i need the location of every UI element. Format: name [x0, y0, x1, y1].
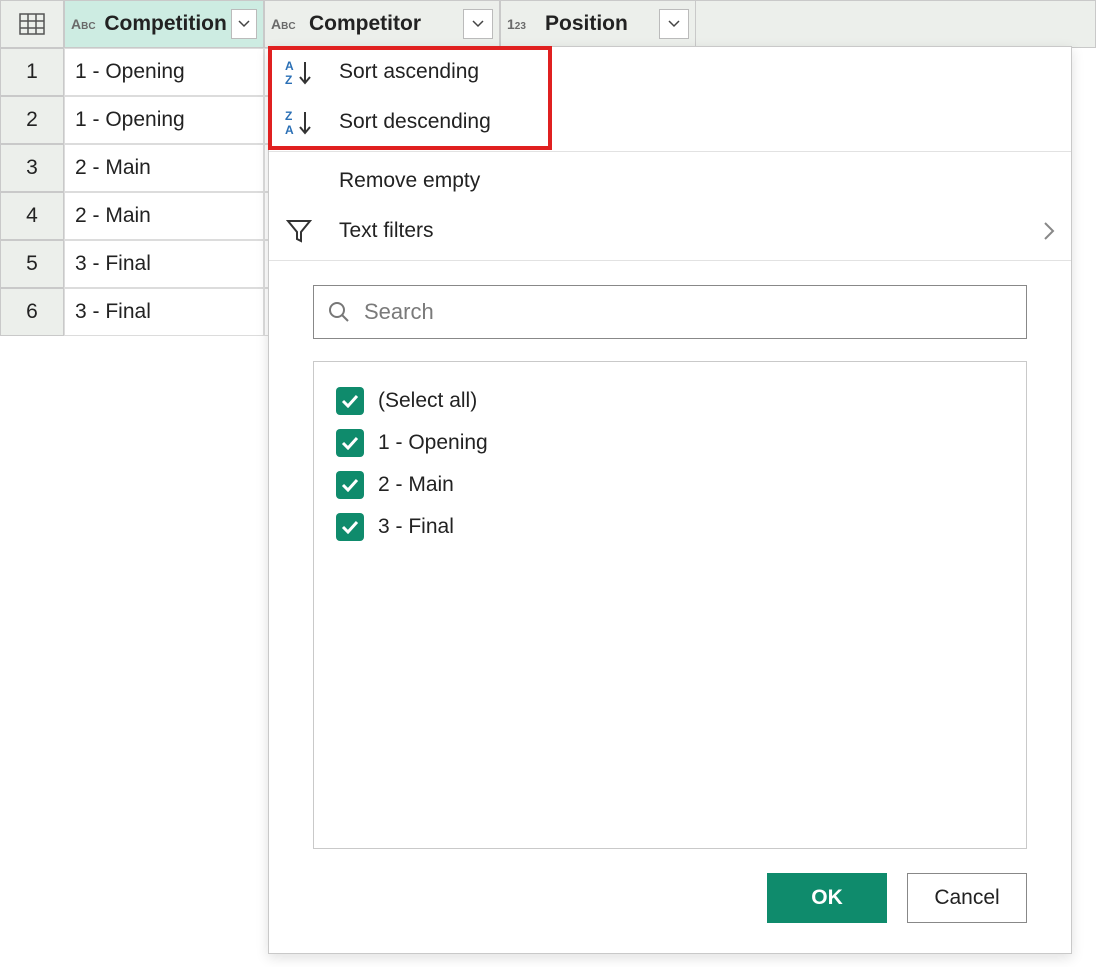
filter-values-list: (Select all) 1 - Opening 2 - Main 3 - Final — [313, 361, 1027, 849]
number-type-icon: 123 — [507, 16, 541, 32]
sort-descending-item[interactable]: ZA Sort descending — [269, 97, 1071, 147]
text-type-icon: ABC — [71, 16, 100, 32]
checkbox-checked-icon[interactable] — [336, 429, 364, 457]
row-number[interactable]: 4 — [0, 192, 64, 240]
cell-competition[interactable]: 3 - Final — [64, 240, 264, 288]
cell-competition[interactable]: 3 - Final — [64, 288, 264, 336]
filter-value-item[interactable]: 3 - Final — [336, 506, 1004, 548]
svg-text:A: A — [285, 123, 294, 136]
row-number[interactable]: 5 — [0, 240, 64, 288]
remove-empty-item[interactable]: Remove empty — [269, 156, 1071, 206]
separator — [269, 151, 1071, 152]
sort-descending-icon: ZA — [285, 108, 321, 136]
chevron-down-icon — [472, 20, 484, 28]
column-header-competition[interactable]: ABC Competition — [64, 0, 264, 48]
search-input[interactable] — [362, 298, 1012, 326]
filter-dropdown-button[interactable] — [659, 9, 689, 39]
column-header-empty — [696, 0, 1096, 48]
row-number[interactable]: 1 — [0, 48, 64, 96]
cell-competition[interactable]: 2 - Main — [64, 144, 264, 192]
menu-label: Sort ascending — [339, 60, 1055, 84]
menu-label: Sort descending — [339, 110, 1055, 134]
checkbox-checked-icon[interactable] — [336, 387, 364, 415]
filter-value-item[interactable]: 1 - Opening — [336, 422, 1004, 464]
menu-label: Text filters — [339, 219, 1025, 243]
filter-value-item[interactable]: (Select all) — [336, 380, 1004, 422]
text-type-icon: ABC — [271, 16, 305, 32]
text-filters-item[interactable]: Text filters — [269, 206, 1071, 256]
row-number[interactable]: 3 — [0, 144, 64, 192]
sort-ascending-icon: AZ — [285, 58, 321, 86]
cell-competition[interactable]: 1 - Opening — [64, 48, 264, 96]
svg-text:Z: Z — [285, 73, 292, 86]
cell-competition[interactable]: 1 - Opening — [64, 96, 264, 144]
filter-value-label: 1 - Opening — [378, 431, 488, 455]
svg-text:A: A — [285, 59, 294, 73]
chevron-right-icon — [1043, 221, 1055, 241]
ok-button[interactable]: OK — [767, 873, 887, 923]
column-filter-panel: AZ Sort ascending ZA Sort descending Rem… — [268, 46, 1072, 954]
menu-label: Remove empty — [339, 169, 1055, 193]
table-corner[interactable] — [0, 0, 64, 48]
chevron-down-icon — [238, 20, 250, 28]
separator — [269, 260, 1071, 261]
column-label: Position — [541, 12, 655, 36]
row-number[interactable]: 2 — [0, 96, 64, 144]
filter-icon — [285, 218, 321, 244]
row-number[interactable]: 6 — [0, 288, 64, 336]
search-icon — [328, 301, 350, 323]
filter-value-label: 3 - Final — [378, 515, 454, 539]
filter-value-label: (Select all) — [378, 389, 477, 413]
checkbox-checked-icon[interactable] — [336, 471, 364, 499]
cancel-button[interactable]: Cancel — [907, 873, 1027, 923]
chevron-down-icon — [668, 20, 680, 28]
search-input-wrap[interactable] — [313, 285, 1027, 339]
filter-dropdown-button[interactable] — [463, 9, 493, 39]
table-icon — [19, 13, 45, 35]
column-header-competitor[interactable]: ABC Competitor — [264, 0, 500, 48]
filter-value-item[interactable]: 2 - Main — [336, 464, 1004, 506]
column-label: Competitor — [305, 12, 459, 36]
filter-dropdown-button[interactable] — [231, 9, 257, 39]
filter-value-label: 2 - Main — [378, 473, 454, 497]
cell-competition[interactable]: 2 - Main — [64, 192, 264, 240]
column-label: Competition — [100, 12, 226, 36]
svg-text:Z: Z — [285, 109, 292, 123]
column-header-position[interactable]: 123 Position — [500, 0, 696, 48]
sort-ascending-item[interactable]: AZ Sort ascending — [269, 47, 1071, 97]
checkbox-checked-icon[interactable] — [336, 513, 364, 541]
